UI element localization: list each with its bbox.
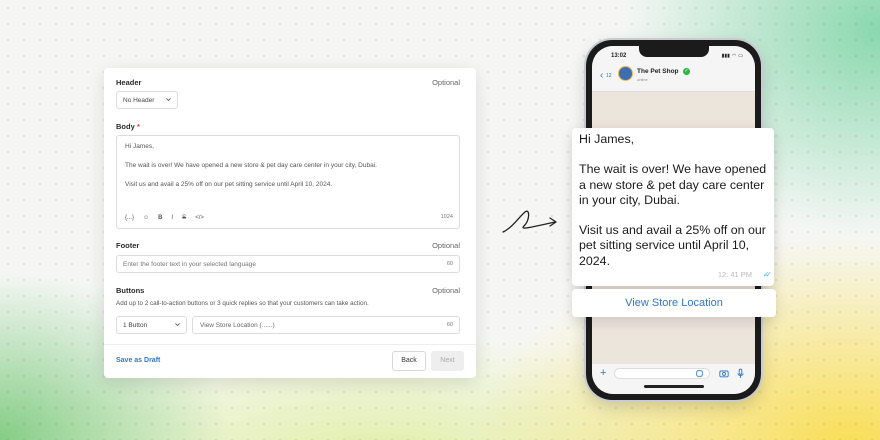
save-as-draft-link[interactable]: Save as Draft	[116, 357, 160, 364]
bold-icon[interactable]: B	[158, 214, 162, 223]
plus-icon[interactable]: +	[600, 367, 606, 379]
footer-char-count: 60	[446, 261, 453, 267]
read-receipt-icon: ✓✓	[762, 269, 773, 279]
signal-icon: ▮▮▮	[721, 53, 730, 59]
footer-input[interactable]: Enter the footer text in your selected l…	[116, 255, 460, 273]
curly-arrow-icon	[502, 210, 557, 233]
chat-input-bar: +	[592, 364, 755, 394]
italic-icon[interactable]: I	[172, 214, 174, 223]
chevron-down-icon	[166, 98, 171, 102]
divider	[104, 344, 476, 345]
footer-optional: Optional	[432, 241, 460, 250]
strikethrough-icon[interactable]: S	[182, 214, 186, 223]
button-text-placeholder: View Store Location (......)	[200, 322, 275, 329]
variable-icon[interactable]: {...}	[125, 214, 134, 223]
back-button[interactable]: Back	[392, 351, 426, 371]
footer-placeholder: Enter the footer text in your selected l…	[123, 261, 256, 268]
code-icon[interactable]: </>	[195, 214, 204, 223]
button-text-input[interactable]: View Store Location (......) 60	[192, 316, 460, 334]
buttons-label: Buttons	[116, 286, 145, 295]
template-editor-card: Header Optional No Header Body * Hi Jame…	[104, 68, 476, 378]
header-type-value: No Header	[123, 97, 155, 104]
message-bubble: Hi James, The wait is over! We have open…	[572, 128, 774, 286]
message-line: Visit us and avail a 25% off on our pet …	[579, 223, 766, 268]
footer-label: Footer	[116, 241, 140, 250]
sticker-icon[interactable]	[696, 370, 703, 377]
header-optional: Optional	[432, 78, 460, 87]
message-line: Hi James,	[579, 132, 635, 146]
chevron-down-icon	[175, 323, 180, 327]
body-line: Hi James,	[125, 143, 154, 150]
contact-status: online	[637, 77, 648, 82]
home-indicator	[643, 385, 704, 388]
body-line: The wait is over! We have opened a new s…	[125, 162, 377, 169]
contact-name: The Pet Shop	[637, 68, 679, 75]
header-label: Header	[116, 78, 142, 87]
status-icons: ▮▮▮ ◠ ▭	[722, 53, 743, 59]
formatting-toolbar: {...} ☺ B I S </>	[125, 214, 204, 223]
required-mark: *	[136, 122, 140, 131]
back-count: 12	[606, 73, 612, 79]
body-char-count: 1024	[440, 214, 453, 220]
phone-notch	[638, 46, 709, 57]
message-time: 12: 41 PM	[717, 269, 752, 279]
body-line: Visit us and avail a 25% off on our pet …	[125, 181, 333, 188]
message-line: The wait is over! We have opened a new s…	[579, 162, 767, 207]
wifi-icon: ◠	[731, 53, 737, 59]
button-count-value: 1 Button	[123, 322, 148, 329]
header-type-select[interactable]: No Header	[116, 91, 178, 109]
chat-header: ‹ 12 The Pet Shop ✓ online	[592, 60, 755, 92]
verified-badge-icon: ✓	[683, 68, 690, 75]
avatar[interactable]	[618, 66, 633, 81]
next-button[interactable]: Next	[431, 351, 464, 371]
camera-icon[interactable]	[719, 369, 729, 378]
button-char-count: 60	[446, 322, 453, 328]
buttons-helper-text: Add up to 2 call-to-action buttons or 3 …	[116, 300, 369, 307]
buttons-optional: Optional	[432, 286, 460, 295]
microphone-icon[interactable]	[737, 368, 744, 379]
battery-icon: ▭	[738, 53, 743, 59]
body-label: Body *	[116, 122, 140, 131]
emoji-icon[interactable]: ☺	[143, 214, 149, 223]
back-arrow-icon[interactable]: ‹	[600, 71, 603, 81]
button-count-select[interactable]: 1 Button	[116, 316, 187, 334]
view-store-location-button[interactable]: View Store Location	[572, 289, 776, 317]
status-time: 13:02	[611, 53, 627, 59]
body-textarea[interactable]: Hi James, The wait is over! We have open…	[116, 135, 460, 229]
